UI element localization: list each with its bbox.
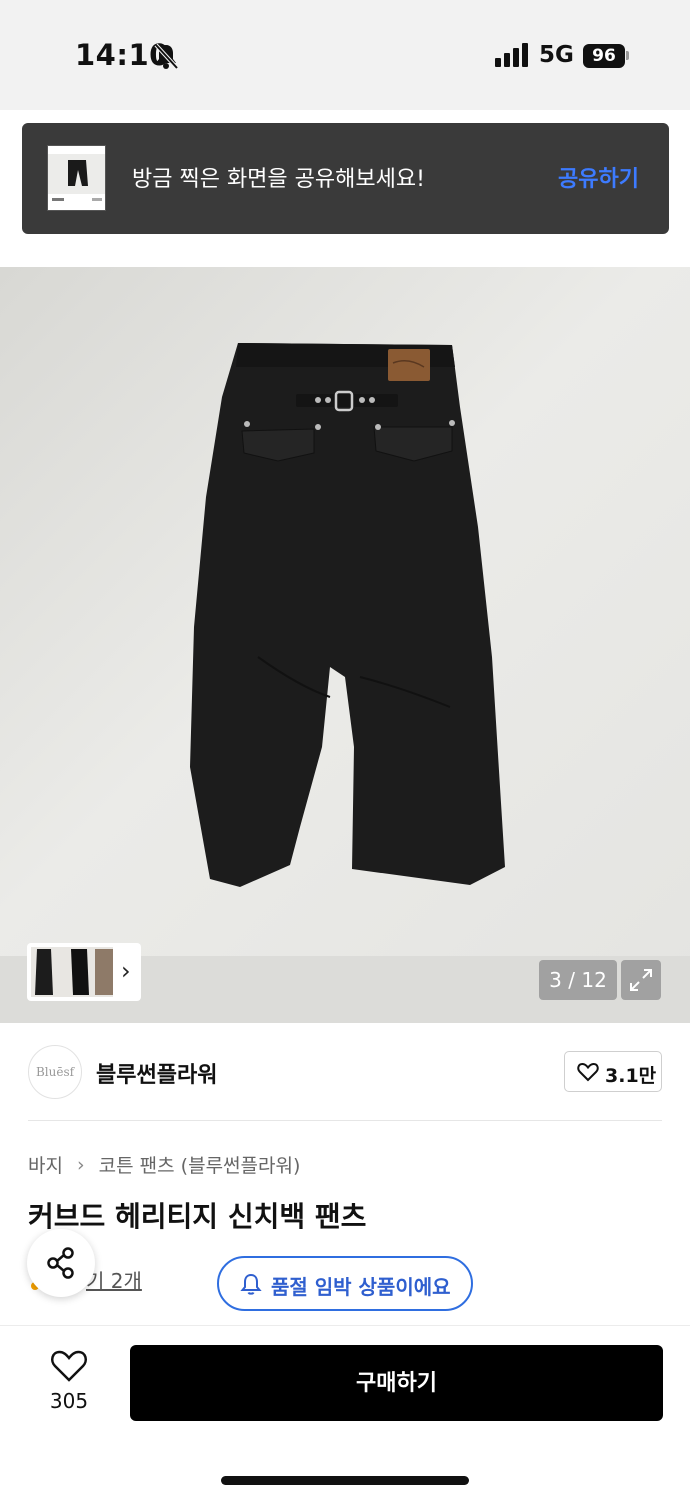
breadcrumb-item-category[interactable]: 바지	[28, 1151, 63, 1178]
brand-like-count: 3.1만	[605, 1065, 657, 1087]
sold-out-soon-text: 품절 임박 상품이에요	[271, 1275, 451, 1299]
buy-button[interactable]: 구매하기	[130, 1345, 663, 1421]
share-screenshot-toast: 방금 찍은 화면을 공유해보세요! 공유하기	[22, 123, 669, 234]
screenshot-thumbnail[interactable]	[47, 145, 106, 211]
chevron-right-icon: ›	[121, 957, 131, 985]
home-indicator[interactable]	[221, 1476, 469, 1485]
share-icon	[47, 1247, 74, 1279]
signal-icon	[495, 43, 528, 67]
wishlist-count: 305	[49, 1389, 89, 1413]
brand-like-button[interactable]: 3.1만	[564, 1051, 662, 1092]
product-title: 커브드 헤리티지 신치백 팬츠	[28, 1200, 367, 1233]
bell-icon	[240, 1273, 262, 1295]
chevron-right-icon: ›	[77, 1153, 85, 1176]
heart-icon	[51, 1350, 87, 1382]
brand-logo[interactable]: Bluēsf	[28, 1045, 82, 1099]
share-now-button[interactable]: 공유하기	[558, 161, 639, 193]
expand-icon	[630, 969, 652, 991]
bell-slash-icon	[154, 43, 179, 70]
network-type: 5G	[539, 42, 574, 68]
wishlist-button[interactable]: 305	[40, 1349, 98, 1419]
breadcrumb: 바지 › 코튼 팬츠 (블루썬플라워)	[28, 1151, 300, 1178]
product-image-gallery[interactable]: › 3 / 12	[0, 267, 690, 1023]
thumbnail-preview	[31, 947, 113, 997]
toast-message: 방금 찍은 화면을 공유해보세요!	[132, 167, 425, 192]
share-button[interactable]	[27, 1229, 95, 1297]
sold-out-soon-badge[interactable]: 품절 임박 상품이에요	[217, 1256, 473, 1311]
battery-tip	[626, 51, 629, 60]
breadcrumb-item-subcategory[interactable]: 코튼 팬츠 (블루썬플라워)	[99, 1151, 301, 1178]
battery-icon: 96	[583, 44, 625, 68]
divider	[28, 1120, 662, 1121]
product-photo	[190, 343, 505, 887]
thumbnail-strip-button[interactable]: ›	[27, 943, 141, 1001]
image-page-counter: 3 / 12	[539, 960, 617, 1000]
heart-icon	[577, 1062, 599, 1082]
status-bar: 14:10 5G 96	[0, 0, 690, 110]
expand-image-button[interactable]	[621, 960, 661, 1000]
brand-name[interactable]: 블루썬플라워	[96, 1057, 217, 1089]
